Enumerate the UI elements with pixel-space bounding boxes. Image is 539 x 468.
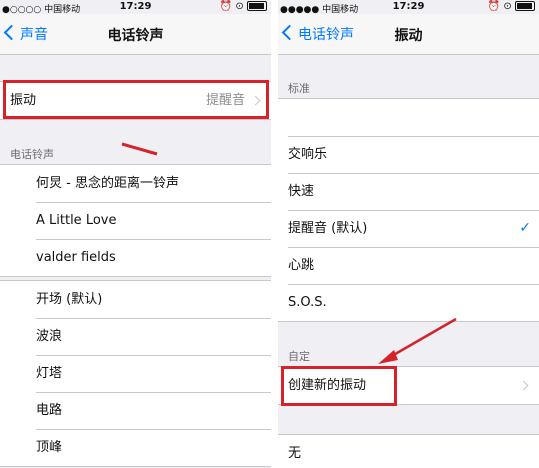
standard-ringtone-list: 开场 (默认) 波浪 灯塔 电路 顶峰 [0, 280, 271, 467]
vibration-option[interactable] [278, 99, 539, 136]
ringtone-item[interactable]: 何炅 - 思念的距离一铃声 [0, 165, 271, 202]
vibration-value: 提醒音 [205, 93, 245, 108]
vibration-option[interactable]: S.O.S. [278, 284, 539, 321]
ringtones-section-header: 电话铃声 [10, 148, 54, 161]
vibration-option-selected[interactable]: 提醒音 (默认) ✓ [278, 210, 539, 247]
battery-icon [247, 1, 267, 11]
status-bar: ●○○○○ 中国移动 17:29 ⏰ ⊙ [0, 0, 271, 15]
create-vibration-label: 创建新的振动 [288, 378, 367, 393]
vibration-label: 振动 [10, 93, 37, 108]
custom-vibration-list: 创建新的振动 [278, 366, 539, 405]
ringtone-item[interactable]: 电路 [0, 392, 271, 429]
vibration-group: 振动 提醒音 [0, 81, 271, 120]
vibration-option[interactable]: 心跳 [278, 247, 539, 284]
status-icons: ⏰ ⊙ [220, 1, 267, 12]
vibration-option-label: 心跳 [288, 258, 315, 273]
alarm-icon: ⏰ ⊙ [219, 1, 244, 12]
alarm-icon: ⏰ ⊙ [487, 1, 512, 12]
standard-vibration-list: 交响乐 快速 提醒音 (默认) ✓ 心跳 S.O.S. [278, 98, 539, 322]
standard-section-header: 标准 [288, 82, 310, 95]
vibration-option-label: 快速 [288, 184, 315, 199]
vibration-screen: ●●●●● 中国移动 17:29 ⏰ ⊙ 电话铃声 振动 标准 交响乐 快速 提… [278, 0, 539, 468]
vibration-option-label: 提醒音 (默认) [288, 221, 368, 236]
nav-bar: 声音 电话铃声 [0, 14, 271, 55]
custom-section-header: 自定 [288, 350, 310, 363]
nav-bar: 电话铃声 振动 [278, 14, 539, 55]
vibration-option-label: S.O.S. [288, 295, 327, 310]
ringtone-item[interactable]: 波浪 [0, 318, 271, 355]
ringtone-list: 何炅 - 思念的距离一铃声 A Little Love valder field… [0, 164, 271, 277]
create-vibration-row[interactable]: 创建新的振动 [278, 367, 539, 404]
screenshot-composite: ●○○○○ 中国移动 17:29 ⏰ ⊙ 声音 电话铃声 振动 提醒音 电话铃声… [0, 0, 539, 468]
vibration-row[interactable]: 振动 提醒音 [0, 82, 271, 119]
ringtone-item[interactable]: 顶峰 [0, 429, 271, 466]
ringtone-item[interactable]: valder fields [0, 239, 271, 276]
vibration-option[interactable]: 快速 [278, 173, 539, 210]
page-title: 振动 [394, 28, 423, 44]
ringtone-screen: ●○○○○ 中国移动 17:29 ⏰ ⊙ 声音 电话铃声 振动 提醒音 电话铃声… [0, 0, 271, 468]
screen-divider [271, 0, 278, 468]
vibration-option-none[interactable]: 无 [278, 435, 539, 468]
ringtone-item[interactable]: 开场 (默认) [0, 281, 271, 318]
status-bar: ●●●●● 中国移动 17:29 ⏰ ⊙ [278, 0, 539, 15]
chevron-right-icon [518, 380, 529, 391]
none-vibration-list: 无 [278, 434, 539, 468]
vibration-option-label: 交响乐 [288, 147, 328, 162]
ringtone-item[interactable]: 灯塔 [0, 355, 271, 392]
chevron-right-icon [250, 95, 261, 106]
status-icons: ⏰ ⊙ [488, 1, 535, 12]
vibration-option[interactable]: 交响乐 [278, 136, 539, 173]
battery-icon [515, 1, 535, 11]
none-label: 无 [288, 446, 302, 461]
page-title: 电话铃声 [107, 28, 164, 44]
ringtone-item[interactable]: A Little Love [0, 202, 271, 239]
checkmark-icon: ✓ [519, 220, 531, 236]
